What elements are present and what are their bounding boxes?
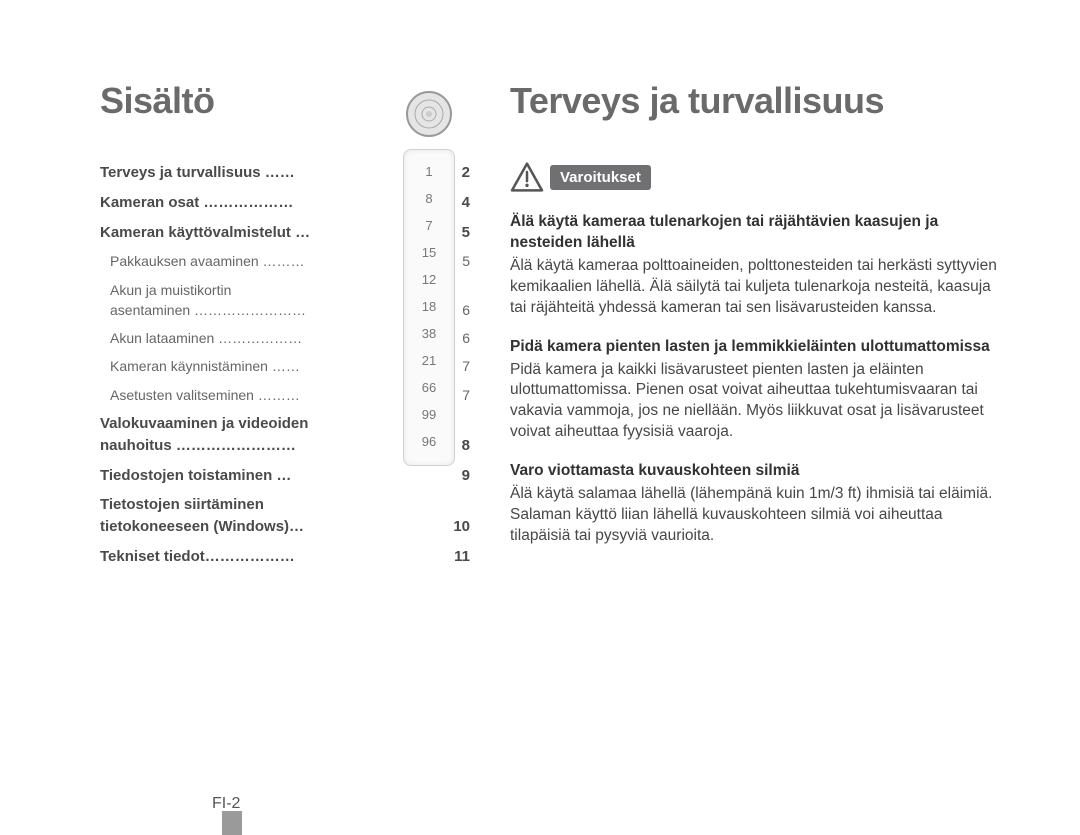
safety-title: Älä käytä kameraa tulenarkojen tai räjäh… (510, 212, 1000, 254)
toc-label: Tietostojen siirtäminen (100, 494, 264, 516)
gauge-value: 21 (404, 347, 454, 374)
content-column: Terveys ja turvallisuus Varoitukset Älä … (510, 80, 1030, 835)
toc-item: Tekniset tiedot……………… 11 (100, 546, 470, 568)
safety-block: Varo viottamasta kuvauskohteen silmiä Äl… (510, 461, 1000, 547)
toc-page: 10 (447, 516, 470, 538)
gauge-value: 38 (404, 320, 454, 347)
toc-label: Kameran käynnistäminen …… (110, 356, 300, 376)
safety-body: Älä käytä salamaa lähellä (lähempänä kui… (510, 484, 1000, 547)
warning-header: Varoitukset (510, 162, 1000, 192)
safety-title: Varo viottamasta kuvauskohteen silmiä (510, 461, 1000, 482)
toc-label: Asetusten valitseminen ……… (110, 385, 300, 405)
toc-item: tietokoneeseen (Windows)… 10 (100, 516, 470, 538)
gauge-value: 96 (404, 428, 454, 455)
page-tab-mark (222, 811, 242, 835)
toc-label: tietokoneeseen (Windows)… (100, 516, 304, 538)
toc-page: 9 (456, 465, 470, 487)
safety-block: Älä käytä kameraa tulenarkojen tai räjäh… (510, 212, 1000, 319)
toc-item: Tietostojen siirtäminen (100, 494, 470, 516)
gauge-value: 8 (404, 185, 454, 212)
toc-label: nauhoitus …………………… (100, 435, 296, 457)
toc-label: Tekniset tiedot……………… (100, 546, 295, 568)
toc-item: Tiedostojen toistaminen … 9 (100, 465, 470, 487)
disc-icon (405, 90, 453, 138)
toc-label: Kameran käyttövalmistelut … (100, 222, 310, 244)
toc-label: Akun ja muistikortin (110, 280, 231, 300)
gauge-value: 18 (404, 293, 454, 320)
gauge-value: 99 (404, 401, 454, 428)
toc-label: Akun lataaminen ……………… (110, 328, 302, 348)
warning-triangle-icon (510, 162, 544, 192)
warning-badge: Varoitukset (550, 165, 651, 190)
safety-block: Pidä kamera pienten lasten ja lemmikkiel… (510, 337, 1000, 444)
toc-label: Valokuvaaminen ja videoiden (100, 413, 308, 435)
safety-body: Älä käytä kameraa polttoaineiden, poltto… (510, 256, 1000, 319)
gauge-body: 1 8 7 15 12 18 38 21 66 99 96 (403, 149, 455, 466)
toc-label: Tiedostojen toistaminen … (100, 465, 291, 487)
safety-body: Pidä kamera ja kaikki lisävarusteet pien… (510, 360, 1000, 444)
toc-label: Pakkauksen avaaminen ……… (110, 251, 305, 271)
toc-label: Terveys ja turvallisuus …… (100, 162, 295, 184)
content-heading: Terveys ja turvallisuus (510, 80, 1000, 122)
gauge-value: 12 (404, 266, 454, 293)
toc-label: Kameran osat ……………… (100, 192, 293, 214)
gauge-value: 1 (404, 158, 454, 185)
gauge-value: 7 (404, 212, 454, 239)
gauge-value: 66 (404, 374, 454, 401)
document-page: Sisältö Terveys ja turvallisuus …… 2 Kam… (0, 0, 1080, 835)
gauge-value: 15 (404, 239, 454, 266)
language-index-gauge: 1 8 7 15 12 18 38 21 66 99 96 (398, 90, 460, 466)
toc-label: asentaminen …………………… (110, 300, 306, 320)
toc-page: 11 (448, 546, 470, 568)
safety-title: Pidä kamera pienten lasten ja lemmikkiel… (510, 337, 1000, 358)
